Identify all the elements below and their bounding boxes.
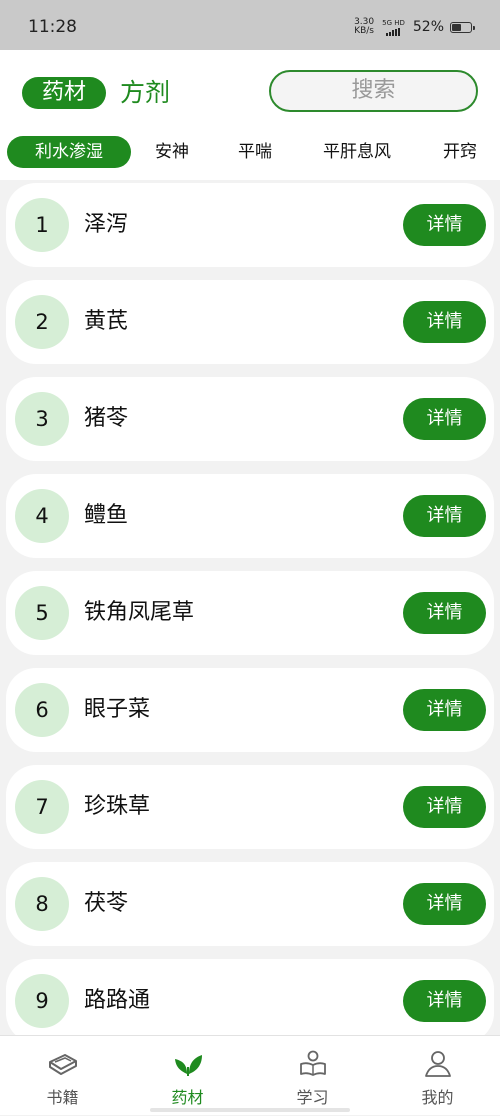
detail-button[interactable]: 详情 <box>403 495 486 537</box>
herb-list: 1 泽泻 详情 2 黄芪 详情 3 猪苓 详情 4 鳢鱼 详情 5 铁角凤尾草 … <box>0 180 500 1035</box>
detail-button[interactable]: 详情 <box>403 398 486 440</box>
tab-herbs[interactable]: 药材 <box>22 77 106 109</box>
battery-icon <box>450 21 475 33</box>
herb-name: 猪苓 <box>84 406 129 431</box>
nav-profile-label: 我的 <box>421 1088 454 1107</box>
list-item: 7 珍珠草 详情 <box>6 765 494 849</box>
detail-button[interactable]: 详情 <box>403 301 486 343</box>
list-item: 1 泽泻 详情 <box>6 183 494 267</box>
item-number: 3 <box>15 392 69 446</box>
network-type: 5G HD <box>382 18 405 27</box>
item-number: 7 <box>15 780 69 834</box>
status-bar: 11:28 3.30 KB/s 5G HD 52% <box>0 0 500 50</box>
herb-name: 茯苓 <box>84 891 129 916</box>
subtab-calming[interactable]: 安神 <box>150 136 194 168</box>
network-speed-unit: KB/s <box>354 26 375 36</box>
detail-button[interactable]: 详情 <box>403 592 486 634</box>
herb-name: 铁角凤尾草 <box>84 600 195 625</box>
signal-icon <box>386 27 401 36</box>
herb-name: 鳢鱼 <box>84 503 129 528</box>
nav-herbs[interactable]: 药材 <box>125 1036 250 1116</box>
search-button[interactable]: 搜索 <box>269 70 478 112</box>
subcategory-tabs: 利水渗湿 安神 平喘 平肝息风 开窍 <box>0 136 500 170</box>
header: 药材 方剂 搜索 利水渗湿 安神 平喘 平肝息风 开窍 <box>0 50 500 180</box>
list-item: 3 猪苓 详情 <box>6 377 494 461</box>
herb-name: 路路通 <box>84 988 151 1013</box>
herb-name: 黄芪 <box>84 309 129 334</box>
battery-percent: 52% <box>412 19 444 35</box>
item-number: 4 <box>15 489 69 543</box>
nav-study[interactable]: 学习 <box>250 1036 375 1116</box>
profile-icon <box>425 1051 451 1077</box>
list-item: 6 眼子菜 详情 <box>6 668 494 752</box>
subtab-liver[interactable]: 平肝息风 <box>316 136 398 168</box>
signal-block: 5G HD <box>382 19 405 36</box>
nav-books[interactable]: 书籍 <box>0 1036 125 1116</box>
status-time: 11:28 <box>28 17 77 37</box>
herb-name: 珍珠草 <box>84 794 151 819</box>
network-speed: 3.30 KB/s <box>352 18 376 36</box>
list-item: 8 茯苓 详情 <box>6 862 494 946</box>
item-number: 6 <box>15 683 69 737</box>
tab-prescriptions[interactable]: 方剂 <box>120 77 170 109</box>
list-item: 5 铁角凤尾草 详情 <box>6 571 494 655</box>
home-indicator[interactable] <box>150 1108 350 1112</box>
detail-button[interactable]: 详情 <box>403 689 486 731</box>
nav-books-label: 书籍 <box>46 1088 79 1107</box>
list-item: 4 鳢鱼 详情 <box>6 474 494 558</box>
detail-button[interactable]: 详情 <box>403 204 486 246</box>
subtab-asthma[interactable]: 平喘 <box>233 136 277 168</box>
list-item: 2 黄芪 详情 <box>6 280 494 364</box>
item-number: 2 <box>15 295 69 349</box>
subtab-resuscitation[interactable]: 开窍 <box>438 136 482 168</box>
item-number: 9 <box>15 974 69 1028</box>
list-item: 9 路路通 详情 <box>6 959 494 1035</box>
item-number: 8 <box>15 877 69 931</box>
nav-profile[interactable]: 我的 <box>375 1036 500 1116</box>
reading-person-icon <box>300 1050 326 1076</box>
item-number: 1 <box>15 198 69 252</box>
herb-name: 泽泻 <box>84 212 129 237</box>
nav-study-label: 学习 <box>296 1088 329 1107</box>
subtab-diuresis[interactable]: 利水渗湿 <box>7 136 131 168</box>
status-indicators: 3.30 KB/s 5G HD 52% <box>352 18 475 36</box>
nav-herbs-label: 药材 <box>171 1088 204 1107</box>
detail-button[interactable]: 详情 <box>403 786 486 828</box>
leaf-icon <box>175 1055 202 1076</box>
detail-button[interactable]: 详情 <box>403 883 486 925</box>
item-number: 5 <box>15 586 69 640</box>
bottom-nav: 书籍 药材 学习 我的 <box>0 1035 500 1115</box>
herb-name: 眼子菜 <box>84 697 151 722</box>
book-icon <box>49 1054 77 1075</box>
detail-button[interactable]: 详情 <box>403 980 486 1022</box>
